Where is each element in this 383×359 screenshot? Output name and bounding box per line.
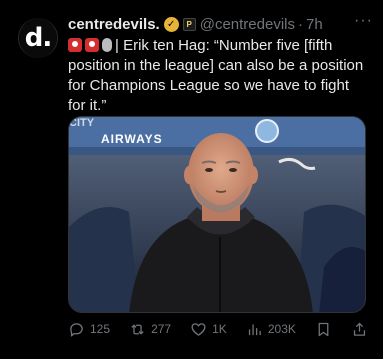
- bookmark-icon: [318, 322, 329, 336]
- verified-badge-icon[interactable]: ✓: [163, 16, 179, 32]
- tweet-header: centredevils. ✓ P @centredevils · 7h: [68, 14, 371, 34]
- repost-count: 277: [151, 322, 172, 336]
- timestamp[interactable]: 7h: [306, 16, 323, 33]
- views-button[interactable]: 203K: [246, 321, 296, 338]
- heart-icon: [191, 322, 206, 336]
- separator-dot: ·: [298, 15, 303, 33]
- tweet-text-content: | Erik ten Hag: “Number five [fifth posi…: [68, 37, 364, 114]
- photo-illustration: CITY AIRWAYS: [69, 117, 365, 312]
- avatar[interactable]: d.: [18, 18, 58, 58]
- bookmark-button[interactable]: [315, 321, 332, 338]
- repost-icon: [131, 323, 144, 335]
- action-bar: 125 277 1K 203K: [68, 318, 368, 340]
- microphone-icon: [102, 38, 112, 52]
- affiliation-badge-icon[interactable]: P: [182, 17, 196, 31]
- share-button[interactable]: [351, 321, 368, 338]
- display-name[interactable]: centredevils.: [68, 16, 160, 33]
- like-count: 1K: [212, 322, 227, 336]
- share-icon: [353, 322, 366, 336]
- repost-button[interactable]: 277: [129, 321, 171, 338]
- tweet-image[interactable]: CITY AIRWAYS: [68, 116, 366, 313]
- view-count: 203K: [267, 322, 296, 336]
- banner-text: AIRWAYS: [101, 132, 163, 146]
- avatar-logo: d.: [19, 18, 57, 58]
- views-chart-icon: [248, 324, 261, 335]
- reply-icon: [70, 322, 83, 337]
- red-circle-icon: [68, 38, 82, 52]
- red-circle-icon: [85, 38, 99, 52]
- more-options-icon[interactable]: ···: [354, 12, 373, 30]
- reply-button[interactable]: 125: [68, 321, 110, 338]
- like-button[interactable]: 1K: [190, 321, 227, 338]
- reply-count: 125: [90, 322, 111, 336]
- tweet-text: | Erik ten Hag: “Number five [fifth posi…: [68, 36, 368, 116]
- banner-top-text: CITY: [69, 117, 95, 129]
- tweet-card[interactable]: d. centredevils. ✓ P @centredevils · 7h …: [0, 0, 383, 359]
- user-handle[interactable]: @centredevils: [200, 16, 295, 33]
